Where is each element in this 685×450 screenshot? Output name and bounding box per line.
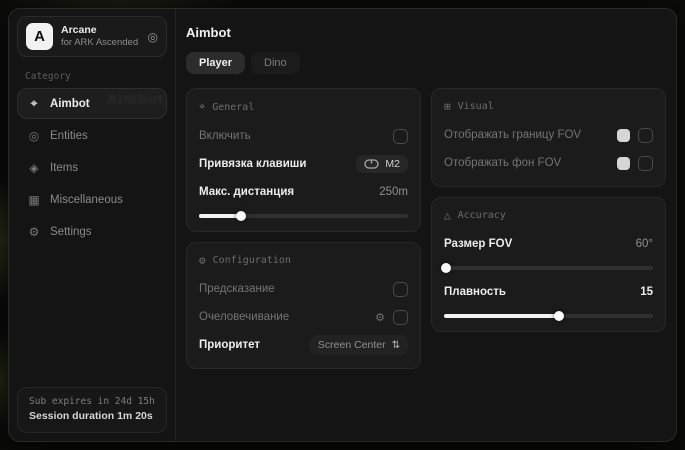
visual-section-icon: ⊞ xyxy=(444,100,451,113)
app-window: A Arcane for ARK Ascended ◎ Category ⌖ A… xyxy=(8,8,677,442)
fov-border-label: Отображать границу FOV xyxy=(444,129,581,141)
package-icon: ◈ xyxy=(27,161,41,175)
fov-bg-checkbox[interactable] xyxy=(638,156,653,171)
sidebar-item-label: Settings xyxy=(50,226,92,238)
sub-expiry-text: Sub expires in 24d 15h xyxy=(29,395,155,409)
keybind-label: Привязка клавиши xyxy=(199,158,306,170)
target-icon[interactable]: ◎ xyxy=(148,30,158,44)
sidebar-item-label: Entities xyxy=(50,130,88,142)
sidebar-item-entities[interactable]: ◎ Entities xyxy=(17,121,167,151)
smoothness-slider[interactable] xyxy=(444,308,653,320)
smoothness-label: Плавность xyxy=(444,286,506,298)
accuracy-section-title: Accuracy xyxy=(458,210,506,221)
priority-value: Screen Center xyxy=(318,339,386,351)
keybind-chip[interactable]: M2 xyxy=(356,155,408,173)
max-distance-value: 250m xyxy=(379,186,408,198)
tab-player[interactable]: Player xyxy=(186,52,245,74)
prediction-checkbox[interactable] xyxy=(393,282,408,297)
tab-bar: Player Dino xyxy=(186,52,666,74)
enable-checkbox[interactable] xyxy=(393,129,408,144)
fov-size-label: Размер FOV xyxy=(444,238,512,250)
general-section-title: General xyxy=(212,102,254,113)
fov-border-color-swatch[interactable] xyxy=(617,129,630,142)
slider-thumb[interactable] xyxy=(236,211,246,221)
session-duration-text: Session duration 1m 20s xyxy=(29,409,155,425)
fov-size-slider[interactable] xyxy=(444,260,653,272)
brand-logo: A xyxy=(26,23,53,50)
fov-size-value: 60° xyxy=(636,238,653,250)
sidebar-item-label: Aimbot xyxy=(50,98,90,110)
sidebar-item-items[interactable]: ◈ Items xyxy=(17,153,167,183)
configuration-section-icon: ⚙ xyxy=(199,254,206,267)
scan-icon: ◎ xyxy=(27,129,41,143)
fov-bg-color-swatch[interactable] xyxy=(617,157,630,170)
brand-card: A Arcane for ARK Ascended ◎ xyxy=(17,16,167,57)
max-distance-label: Макс. дистанция xyxy=(199,186,294,198)
slider-thumb[interactable] xyxy=(441,263,451,273)
configuration-section-title: Configuration xyxy=(213,255,291,266)
visual-card: ⊞ Visual Отображать границу FOV Отобража… xyxy=(431,88,666,187)
crosshair-icon: ⌖ xyxy=(27,96,41,111)
category-label: Category xyxy=(25,71,159,82)
enable-label: Включить xyxy=(199,130,251,142)
main-content: Aimbot Player Dino ⌖ General Включить xyxy=(176,9,676,441)
humanize-settings-gear-icon[interactable]: ⚙ xyxy=(375,311,385,324)
slider-thumb[interactable] xyxy=(554,311,564,321)
page-title: Aimbot xyxy=(186,25,666,40)
sidebar-item-settings[interactable]: ⚙ Settings xyxy=(17,217,167,247)
humanize-checkbox[interactable] xyxy=(393,310,408,325)
tab-dino[interactable]: Dino xyxy=(251,52,300,74)
max-distance-slider[interactable] xyxy=(199,208,408,220)
gear-icon: ⚙ xyxy=(27,225,41,239)
sidebar-item-aimbot[interactable]: ⌖ Aimbot Aimbot xyxy=(17,88,167,119)
humanize-label: Очеловечивание xyxy=(199,311,289,323)
sidebar-item-label: Items xyxy=(50,162,78,174)
keybind-value: M2 xyxy=(385,158,400,170)
sidebar: A Arcane for ARK Ascended ◎ Category ⌖ A… xyxy=(9,9,176,441)
mouse-icon xyxy=(364,159,379,169)
smoothness-value: 15 xyxy=(640,286,653,298)
priority-dropdown[interactable]: Screen Center ⇅ xyxy=(310,335,408,355)
prediction-label: Предсказание xyxy=(199,283,275,295)
unfold-icon: ⇅ xyxy=(392,340,400,351)
accuracy-section-icon: △ xyxy=(444,209,451,222)
subscription-card: Sub expires in 24d 15h Session duration … xyxy=(17,387,167,433)
ghost-watermark: Aimbot xyxy=(106,91,164,108)
sidebar-item-miscellaneous[interactable]: ▦ Miscellaneous xyxy=(17,185,167,215)
brand-title: Arcane xyxy=(61,24,140,37)
sidebar-item-label: Miscellaneous xyxy=(50,194,123,206)
accuracy-card: △ Accuracy Размер FOV 60° xyxy=(431,197,666,332)
priority-label: Приоритет xyxy=(199,339,260,351)
general-section-icon: ⌖ xyxy=(199,100,205,114)
visual-section-title: Visual xyxy=(458,101,494,112)
general-card: ⌖ General Включить Привязка клавиши xyxy=(186,88,421,232)
grid-icon: ▦ xyxy=(27,193,41,207)
sidebar-nav: ⌖ Aimbot Aimbot ◎ Entities ◈ Items ▦ Mis… xyxy=(9,86,175,249)
fov-bg-label: Отображать фон FOV xyxy=(444,157,561,169)
fov-border-checkbox[interactable] xyxy=(638,128,653,143)
brand-subtitle: for ARK Ascended xyxy=(61,37,140,49)
configuration-card: ⚙ Configuration Предсказание Очеловечива… xyxy=(186,242,421,369)
